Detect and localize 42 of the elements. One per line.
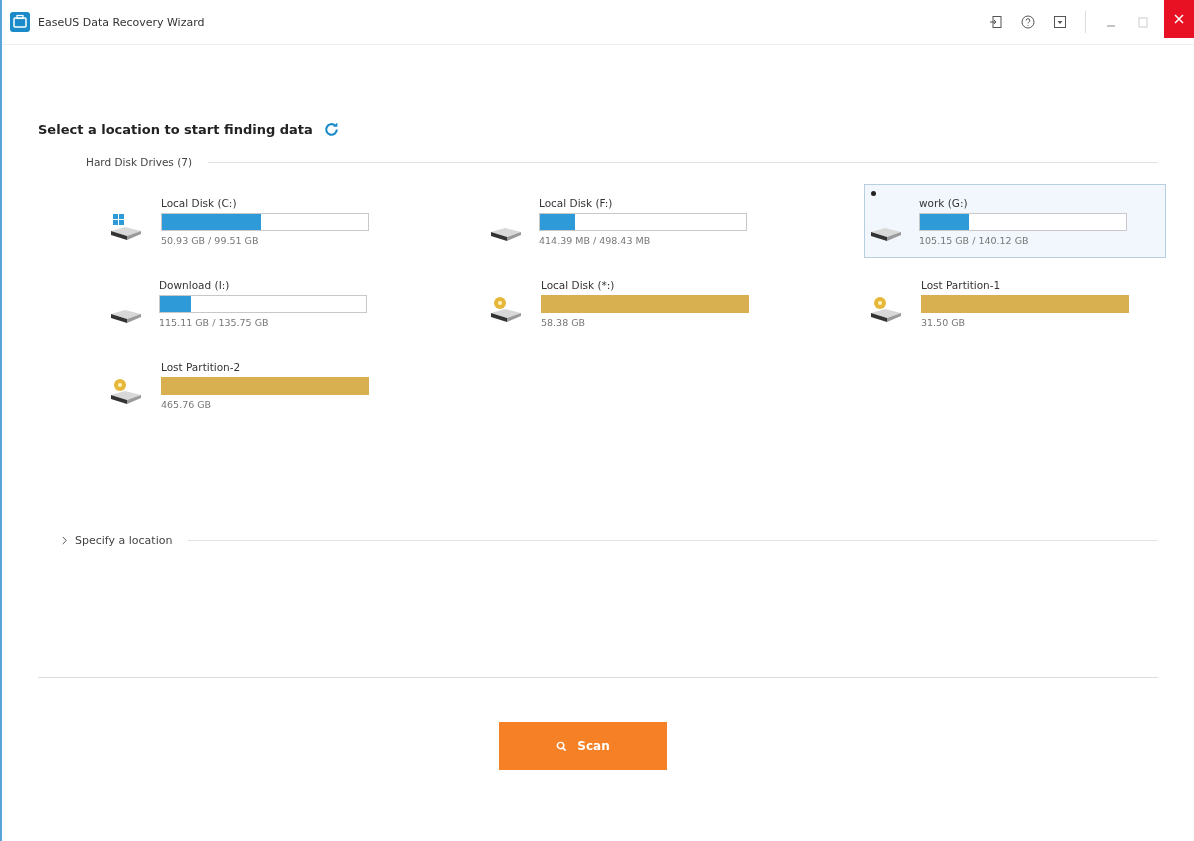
drive-size: 105.15 GB / 140.12 GB bbox=[919, 234, 1030, 246]
sign-in-icon[interactable] bbox=[989, 15, 1003, 29]
drive-item[interactable]: Lost Partition-2 465.76 GB bbox=[104, 348, 406, 422]
drive-item[interactable]: Download (I:) 115.11 GB / 135.75 GB bbox=[104, 266, 406, 340]
drive-item[interactable]: Local Disk (*:) 58.38 GB bbox=[484, 266, 786, 340]
lost-drive-icon bbox=[109, 377, 143, 405]
section-title: Hard Disk Drives (7) bbox=[86, 156, 193, 168]
chevron-icon bbox=[60, 536, 69, 545]
drive-size: 50.93 GB / 99.51 GB bbox=[161, 234, 260, 246]
drive-name: Lost Partition-2 bbox=[161, 360, 242, 373]
drive-size: 58.38 GB bbox=[541, 316, 587, 328]
lost-drive-icon bbox=[489, 295, 523, 323]
search-icon bbox=[556, 740, 568, 752]
refresh-icon[interactable] bbox=[322, 121, 340, 138]
drive-icon bbox=[871, 228, 901, 241]
page-heading: Select a location to start finding data bbox=[38, 122, 313, 137]
drive-icon bbox=[111, 310, 141, 323]
drive-icon bbox=[491, 228, 521, 241]
drive-name: Local Disk (*:) bbox=[541, 278, 616, 291]
drive-item[interactable]: work (G:) 105.15 GB / 140.12 GB bbox=[864, 184, 1166, 258]
lost-drive-icon bbox=[869, 295, 903, 323]
specify-location-toggle[interactable]: Specify a location bbox=[60, 534, 173, 547]
help-icon[interactable] bbox=[1021, 15, 1035, 29]
drive-item[interactable]: Lost Partition-1 31.50 GB bbox=[864, 266, 1166, 340]
close-icon bbox=[1173, 13, 1185, 25]
drive-size: 414.39 MB / 498.43 MB bbox=[539, 234, 652, 246]
close-button[interactable] bbox=[1164, 0, 1194, 38]
windows-drive-icon bbox=[109, 213, 143, 241]
app-logo-icon bbox=[10, 12, 30, 32]
selected-dot-icon bbox=[871, 191, 876, 196]
drive-item[interactable]: Local Disk (C:) 50.93 GB / 99.51 GB bbox=[104, 184, 406, 258]
drive-name: work (G:) bbox=[919, 196, 969, 209]
window-title: EaseUS Data Recovery Wizard bbox=[38, 15, 205, 29]
drive-name: Download (I:) bbox=[159, 278, 231, 291]
drive-item[interactable]: Local Disk (F:) 414.39 MB / 498.43 MB bbox=[484, 184, 786, 258]
drive-name: Lost Partition-1 bbox=[921, 278, 1002, 291]
drive-name: Local Disk (F:) bbox=[539, 196, 614, 209]
dropdown-menu-icon[interactable] bbox=[1053, 15, 1067, 29]
drive-size: 465.76 GB bbox=[161, 398, 213, 410]
drive-name: Local Disk (C:) bbox=[161, 196, 238, 209]
drive-size: 31.50 GB bbox=[921, 316, 967, 328]
drive-size: 115.11 GB / 135.75 GB bbox=[159, 316, 270, 328]
